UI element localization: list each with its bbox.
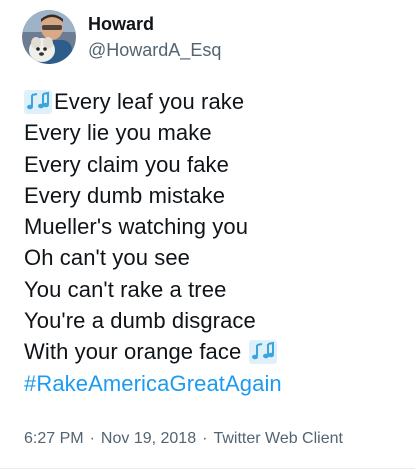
tweet-date[interactable]: Nov 19, 2018 xyxy=(101,430,196,447)
avatar-image xyxy=(22,10,76,64)
music-notes-icon xyxy=(24,89,52,114)
tweet-line-text: Every leaf you rake xyxy=(54,89,245,114)
tweet-line-1: Every leaf you rake xyxy=(24,86,404,117)
tweet-line-7: You can't rake a tree xyxy=(24,274,404,305)
author-handle[interactable]: @HowardA_Esq xyxy=(88,39,221,61)
tweet-hashtag-line: #RakeAmericaGreatAgain xyxy=(24,368,404,399)
tweet-card: Howard @HowardA_Esq Every leaf you rake … xyxy=(0,0,415,476)
tweet-time[interactable]: 6:27 PM xyxy=(24,430,84,447)
tweet-line-text: Every claim you fake xyxy=(24,151,229,177)
tweet-source[interactable]: Twitter Web Client xyxy=(213,430,343,447)
tweet-line-text: Every lie you make xyxy=(24,120,212,146)
meta-separator: · xyxy=(89,430,95,447)
tweet-line-9: With your orange face xyxy=(24,336,404,367)
tweet-line-text: You can't rake a tree xyxy=(24,276,227,302)
tweet-line-text: You're a dumb disgrace xyxy=(24,308,256,334)
tweet-line-2: Every lie you make xyxy=(24,117,404,148)
music-notes-icon xyxy=(249,340,278,365)
tweet-header: Howard @HowardA_Esq xyxy=(22,10,221,64)
tweet-line-8: You're a dumb disgrace xyxy=(24,305,404,336)
divider xyxy=(0,468,415,469)
author-display-name[interactable]: Howard xyxy=(88,13,221,35)
tweet-line-6: Oh can't you see xyxy=(24,242,404,273)
tweet-line-text: With your orange face xyxy=(24,339,242,365)
tweet-line-5: Mueller's watching you xyxy=(24,211,404,242)
tweet-body: Every leaf you rake Every lie you make E… xyxy=(24,86,404,399)
tweet-line-3: Every claim you fake xyxy=(24,149,404,180)
avatar[interactable] xyxy=(22,10,76,64)
meta-separator: · xyxy=(202,430,208,447)
tweet-line-text: Every dumb mistake xyxy=(24,182,226,208)
tweet-meta: 6:27 PM · Nov 19, 2018 · Twitter Web Client xyxy=(24,430,343,448)
hashtag-link[interactable]: #RakeAmericaGreatAgain xyxy=(24,368,282,399)
tweet-line-text: Mueller's watching you xyxy=(24,214,249,240)
tweet-line-text: Oh can't you see xyxy=(24,245,191,271)
author-names: Howard @HowardA_Esq xyxy=(88,13,221,61)
tweet-line-4: Every dumb mistake xyxy=(24,180,404,211)
